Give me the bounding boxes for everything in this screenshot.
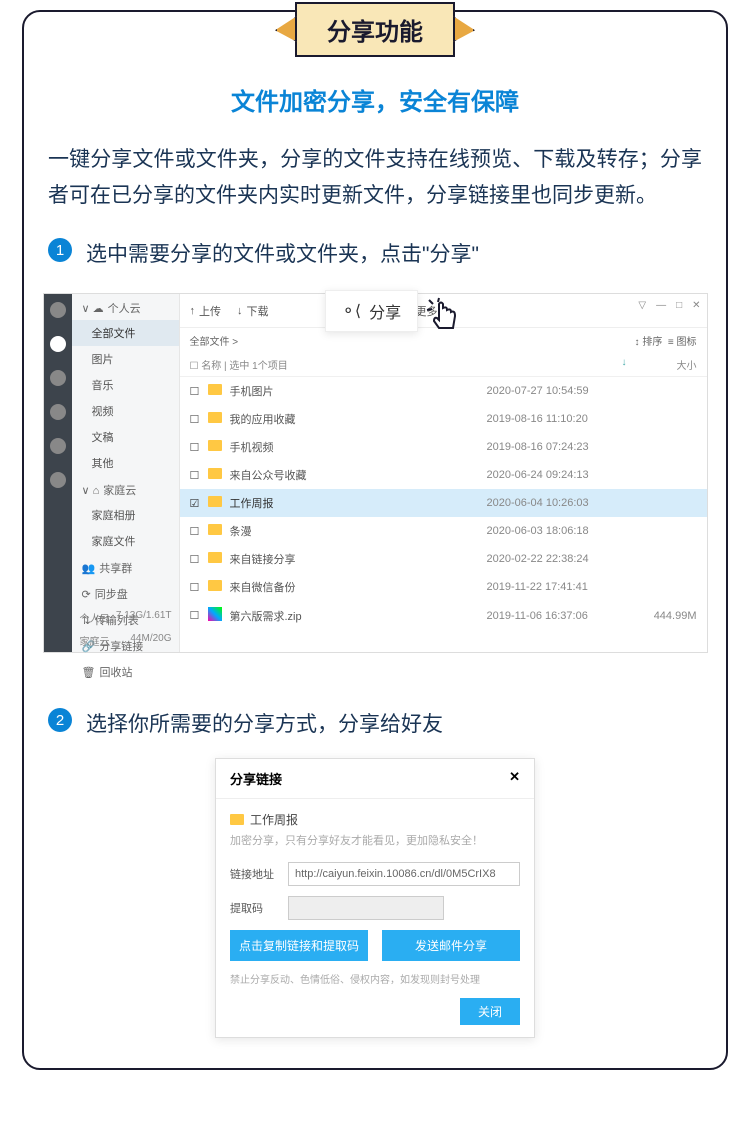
copy-button[interactable]: 点击复制链接和提取码	[230, 930, 368, 961]
description: 一键分享文件或文件夹，分享的文件支持在线预览、下载及转存；分享者可在已分享的文件…	[24, 142, 726, 213]
code-input[interactable]	[288, 896, 444, 920]
table-row[interactable]: ☐我的应用收藏2019-08-16 11:10:20	[180, 405, 707, 433]
section-title: 文件加密分享，安全有保障	[24, 82, 726, 117]
folder-icon	[208, 468, 222, 479]
folder-icon	[208, 412, 222, 423]
sidebar-item[interactable]: 视频	[72, 398, 179, 424]
folder-icon	[208, 552, 222, 563]
table-row[interactable]: ☐来自链接分享2020-02-22 22:38:24	[180, 545, 707, 573]
folder-icon	[208, 496, 222, 507]
zip-icon	[208, 607, 222, 621]
avatar-icon[interactable]	[50, 302, 66, 318]
share-group[interactable]: 👥 共享群	[72, 554, 179, 580]
sidebar-item[interactable]: 家庭文件	[72, 528, 179, 554]
step-2: 2 选择你所需要的分享方式，分享给好友	[24, 683, 726, 753]
dialog-title: 分享链接	[230, 769, 282, 788]
upload-button[interactable]: ↑ 上传	[190, 303, 222, 319]
sidebar-item[interactable]: 家庭相册	[72, 502, 179, 528]
sidebar-item[interactable]: 其他	[72, 450, 179, 476]
share-dialog: 分享链接 ✕ 工作周报 加密分享，只有分享好友才能看见，更加隐私安全！ 链接地址…	[215, 758, 535, 1038]
mail-icon[interactable]	[50, 370, 66, 386]
step-text: 选中需要分享的文件或文件夹，点击"分享"	[86, 238, 479, 268]
storage-family: 家庭云44M/20G	[72, 629, 180, 652]
table-row[interactable]: ☑工作周报2020-06-04 10:26:03	[180, 489, 707, 517]
dialog-file: 工作周报	[230, 811, 520, 828]
sidebar-icons	[44, 294, 72, 652]
sidebar-item[interactable]: 文稿	[72, 424, 179, 450]
table-row[interactable]: ☐手机视频2019-08-16 07:24:23	[180, 433, 707, 461]
code-label: 提取码	[230, 900, 280, 916]
folder-icon	[208, 440, 222, 451]
banner-title: 分享功能	[295, 2, 455, 57]
list-header: ☐ 名称 | 选中 1个项目 ↓ 大小	[180, 353, 707, 377]
step-number: 1	[48, 238, 72, 262]
sync-disk[interactable]: ⟳ 同步盘	[72, 580, 179, 606]
link-label: 链接地址	[230, 866, 280, 882]
pointer-hand-icon	[425, 296, 467, 338]
step-1: 1 选中需要分享的文件或文件夹，点击"分享"	[24, 213, 726, 283]
contacts-icon[interactable]	[50, 438, 66, 454]
close-button[interactable]: 关闭	[460, 998, 520, 1025]
folder-icon	[208, 580, 222, 591]
personal-cloud-section[interactable]: ∨ ☁ 个人云	[72, 294, 179, 320]
folder-icon	[208, 524, 222, 535]
view-controls[interactable]: ↕ 排序 ≡ 图标	[635, 333, 697, 348]
close-icon[interactable]: ✕	[509, 769, 520, 788]
table-row[interactable]: ☐来自微信备份2019-11-22 17:41:41	[180, 573, 707, 601]
storage-personal: 个人云7.13G/1.61T	[72, 606, 180, 629]
sidebar-tree: ∨ ☁ 个人云 全部文件 图片 音乐 视频 文稿 其他 ∨ ⌂ 家庭云 家庭相册…	[72, 294, 180, 652]
folder-icon	[208, 384, 222, 395]
dialog-subtitle: 加密分享，只有分享好友才能看见，更加隐私安全！	[230, 832, 520, 848]
share-icon: ⚬⟨	[342, 301, 362, 321]
table-row[interactable]: ☐第六版需求.zip2019-11-06 16:37:06444.99M	[180, 601, 707, 630]
file-manager-screenshot: ∨ ☁ 个人云 全部文件 图片 音乐 视频 文稿 其他 ∨ ⌂ 家庭云 家庭相册…	[43, 293, 708, 653]
folder-icon	[230, 814, 244, 825]
table-row[interactable]: ☐来自公众号收藏2020-06-24 09:24:13	[180, 461, 707, 489]
link-input[interactable]	[288, 862, 520, 886]
table-row[interactable]: ☐手机图片2020-07-27 10:54:59	[180, 377, 707, 405]
step-number: 2	[48, 708, 72, 732]
window-controls[interactable]: ▽—□✕	[638, 300, 700, 311]
recycle-bin[interactable]: 🗑 回收站	[72, 658, 179, 684]
toolbar: ↑ 上传 ↓ 下载 ⋯ 更多 ▾ ▽—□✕ ⚬⟨ 分享	[180, 294, 707, 328]
calendar-icon[interactable]	[50, 472, 66, 488]
sidebar-item[interactable]: 图片	[72, 346, 179, 372]
family-cloud-section[interactable]: ∨ ⌂ 家庭云	[72, 476, 179, 502]
cloud-icon[interactable]	[50, 336, 66, 352]
mail-button[interactable]: 发送邮件分享	[382, 930, 520, 961]
share-button-highlight[interactable]: ⚬⟨ 分享	[325, 290, 419, 332]
sidebar-item[interactable]: 全部文件	[72, 320, 179, 346]
sidebar-item[interactable]: 音乐	[72, 372, 179, 398]
warning-text: 禁止分享反动、色情低俗、侵权内容，如发现则封号处理	[230, 971, 520, 986]
breadcrumb[interactable]: 全部文件 >	[190, 333, 239, 348]
download-button[interactable]: ↓ 下载	[237, 303, 269, 319]
chat-icon[interactable]	[50, 404, 66, 420]
table-row[interactable]: ☐条漫2020-06-03 18:06:18	[180, 517, 707, 545]
step-text: 选择你所需要的分享方式，分享给好友	[86, 708, 443, 738]
